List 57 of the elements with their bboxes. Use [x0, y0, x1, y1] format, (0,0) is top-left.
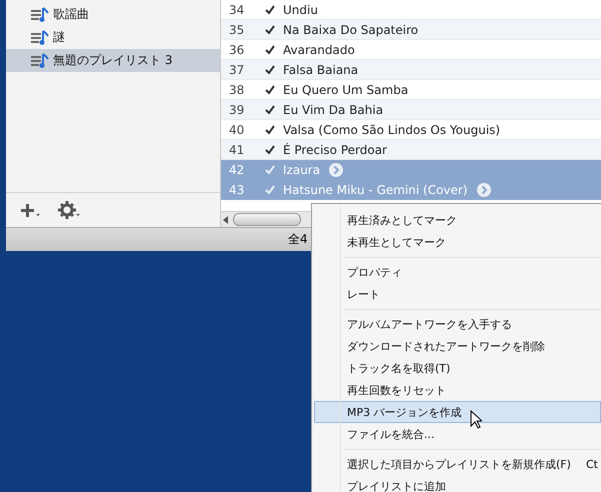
- playlist-icon: [31, 6, 49, 22]
- track-number: 38: [228, 82, 246, 96]
- track-row[interactable]: 37 Falsa Baiana: [221, 60, 601, 80]
- track-title: Undiu: [283, 2, 318, 16]
- checkmark-icon[interactable]: [265, 24, 275, 34]
- menu-item[interactable]: レート: [314, 283, 601, 305]
- track-number: 39: [228, 102, 246, 116]
- track-title: Eu Quero Um Samba: [283, 82, 408, 96]
- checkmark-icon[interactable]: [265, 44, 275, 54]
- playlist-icon: [31, 52, 49, 68]
- track-number: 41: [228, 142, 246, 156]
- track-number: 34: [228, 2, 246, 16]
- track-number: 35: [228, 22, 246, 36]
- track-number: 42: [228, 162, 246, 176]
- add-icon[interactable]: [20, 202, 40, 218]
- checkmark-icon[interactable]: [265, 84, 275, 94]
- track-number: 37: [228, 62, 246, 76]
- menu-item[interactable]: プレイリストに追加: [314, 475, 601, 492]
- track-title: Eu Vim Da Bahia: [283, 102, 384, 116]
- settings-icon[interactable]: [58, 201, 80, 219]
- status-text: 全4: [288, 231, 308, 248]
- scrollbar-thumb[interactable]: [233, 213, 301, 226]
- track-number: 43: [228, 182, 246, 196]
- shortcut-text: Ct: [586, 458, 598, 470]
- menu-item[interactable]: 再生回数をリセット: [314, 379, 601, 401]
- playlist-item[interactable]: 謎: [6, 26, 220, 49]
- track-title: Hatsune Miku - Gemini (Cover): [283, 182, 468, 196]
- track-title: Avarandado: [283, 42, 355, 56]
- menu-item[interactable]: 選択した項目からプレイリストを新規作成(F) Ct: [314, 453, 601, 475]
- track-title: Izaura: [283, 162, 320, 176]
- track-title: Falsa Baiana: [283, 62, 358, 76]
- checkmark-icon[interactable]: [265, 144, 275, 154]
- checkmark-icon[interactable]: [265, 64, 275, 74]
- checkmark-icon[interactable]: [265, 4, 275, 14]
- mouse-cursor-icon: [470, 410, 482, 429]
- menu-item[interactable]: アルバムアートワークを入手する: [314, 313, 601, 335]
- menu-item[interactable]: トラック名を取得(T): [314, 357, 601, 379]
- track-number: 36: [228, 42, 246, 56]
- scroll-left-icon[interactable]: [221, 214, 231, 224]
- track-row[interactable]: 41 É Preciso Perdoar: [221, 140, 601, 160]
- track-title: Na Baixa Do Sapateiro: [283, 22, 418, 36]
- track-row[interactable]: 35 Na Baixa Do Sapateiro: [221, 20, 601, 40]
- track-number: 40: [228, 122, 246, 136]
- playlist-item[interactable]: 無題のプレイリスト 3: [6, 49, 220, 72]
- playlist-icon: [31, 30, 49, 46]
- checkmark-icon[interactable]: [265, 124, 275, 134]
- playlist-item[interactable]: 歌謡曲: [6, 3, 220, 26]
- checkmark-icon[interactable]: [265, 104, 275, 114]
- track-title: Valsa (Como São Lindos Os Youguis): [283, 122, 500, 136]
- menu-item[interactable]: 未再生としてマーク: [314, 231, 601, 253]
- menu-item[interactable]: プロパティ: [314, 261, 601, 283]
- menu-item[interactable]: ダウンロードされたアートワークを削除: [314, 335, 601, 357]
- menu-item[interactable]: ファイルを統合...: [314, 423, 601, 445]
- menu-item[interactable]: MP3 バージョンを作成: [314, 401, 601, 423]
- menu-item[interactable]: 再生済みとしてマーク: [314, 209, 601, 231]
- track-row[interactable]: 39 Eu Vim Da Bahia: [221, 100, 601, 120]
- track-title: É Preciso Perdoar: [283, 142, 387, 156]
